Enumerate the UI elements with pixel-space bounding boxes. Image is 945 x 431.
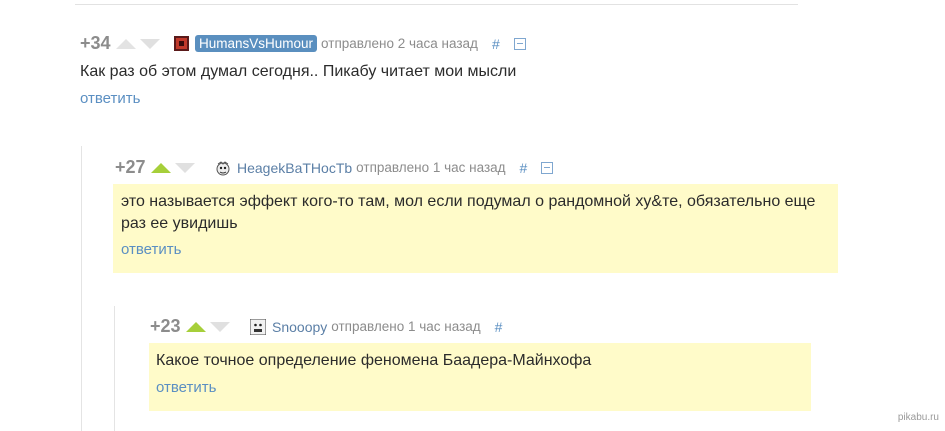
face-avatar-icon[interactable] xyxy=(250,318,266,335)
rating: +34 xyxy=(80,33,111,53)
timestamp: отправлено 1 час назад xyxy=(331,319,481,334)
permalink[interactable]: # xyxy=(495,319,503,335)
permalink[interactable]: # xyxy=(492,36,500,52)
upvote-icon[interactable] xyxy=(151,162,171,173)
collapse-icon[interactable] xyxy=(513,37,526,50)
username[interactable]: Snooopy xyxy=(272,319,327,335)
comment-text: Как раз об этом думал сегодня.. Пикабу ч… xyxy=(80,63,517,80)
comment-header: +23 Snooopy отправлено 1 час назад # xyxy=(150,316,502,337)
rating: +27 xyxy=(115,157,146,177)
watermark: pikabu.ru xyxy=(897,412,939,423)
username[interactable]: HumansVsHumour xyxy=(195,35,318,52)
reply-link[interactable]: ответить xyxy=(80,90,140,107)
comment-header: +27 HeagekBaTHocTb отправлено 1 час наза… xyxy=(115,157,554,178)
upvote-icon[interactable] xyxy=(186,321,206,332)
downvote-icon[interactable] xyxy=(210,321,230,332)
downvote-icon[interactable] xyxy=(140,38,160,49)
rating: +23 xyxy=(150,316,181,336)
username[interactable]: HeagekBaTHocTb xyxy=(237,160,352,176)
red-square-avatar-icon[interactable] xyxy=(174,36,189,51)
cartoon-face-avatar-icon[interactable] xyxy=(215,160,231,176)
comment-header: +34 HumansVsHumour отправлено 2 часа наз… xyxy=(80,33,526,54)
thread-line xyxy=(81,146,82,431)
comment-text: это называется эффект кого-то там, мол е… xyxy=(121,193,816,232)
permalink[interactable]: # xyxy=(520,160,528,176)
reply-link[interactable]: ответить xyxy=(121,241,181,258)
upvote-icon[interactable] xyxy=(116,38,136,49)
downvote-icon[interactable] xyxy=(175,162,195,173)
comment-text: Какое точное определение феномена Баадер… xyxy=(156,352,592,369)
collapse-icon[interactable] xyxy=(541,161,554,174)
timestamp: отправлено 1 час назад xyxy=(356,160,506,175)
thread-line-nested xyxy=(114,306,115,431)
timestamp: отправлено 2 часа назад xyxy=(321,36,478,51)
top-divider xyxy=(75,4,798,5)
reply-link[interactable]: ответить xyxy=(156,379,216,396)
